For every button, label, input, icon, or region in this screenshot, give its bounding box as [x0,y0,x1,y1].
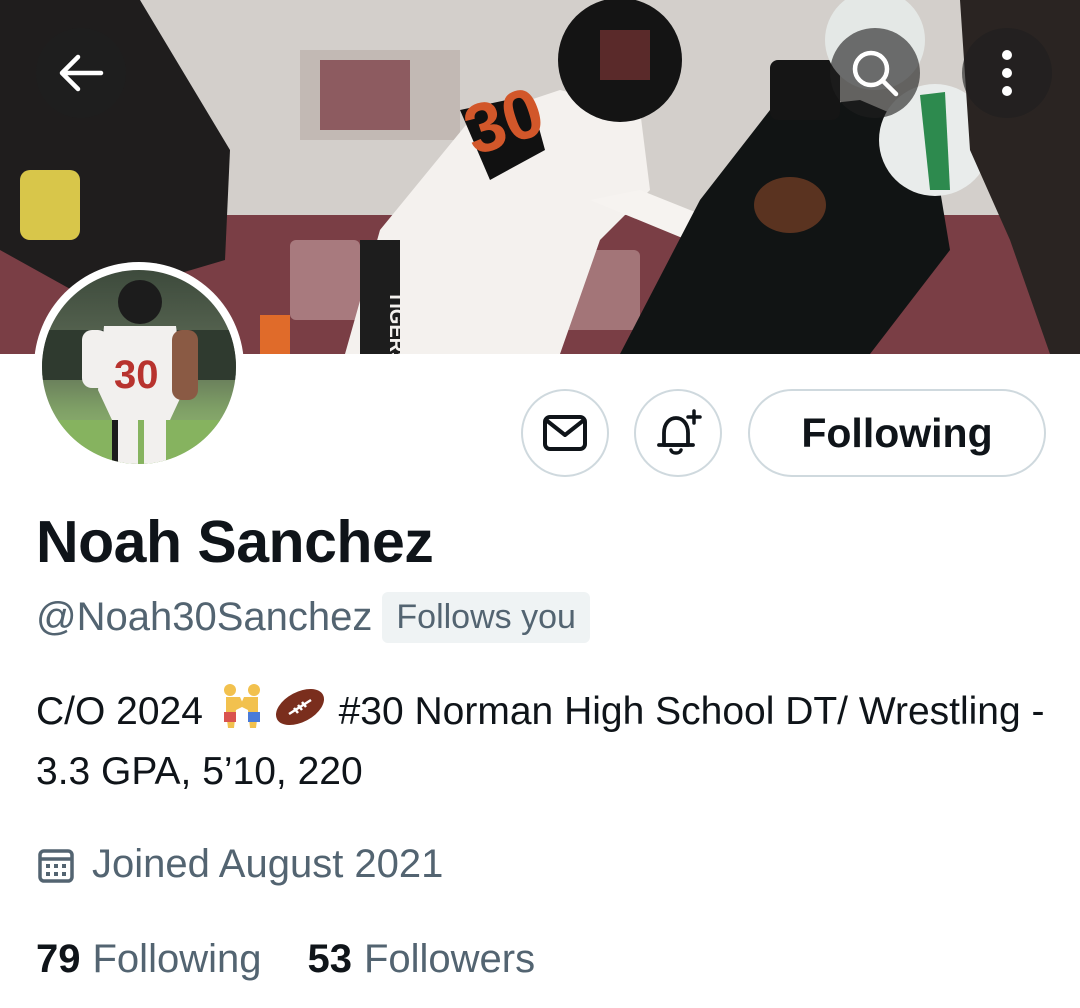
followers-count: 53 [307,937,352,981]
following-count-link[interactable]: 79 Following [36,937,261,982]
avatar[interactable]: 30 [34,262,244,472]
profile-bio: C/O 2024 #30 Norman High School DT/ Wres… [36,682,1046,802]
joined-row: Joined August 2021 [36,842,443,887]
followers-count-link[interactable]: 53 Followers [307,937,535,982]
followers-label: Followers [363,937,536,981]
search-button[interactable] [830,28,920,118]
back-button[interactable] [36,28,126,118]
message-button[interactable] [521,389,609,477]
following-count: 79 [36,937,81,981]
profile-name: Noah Sanchez [36,509,434,575]
bell-plus-icon [657,409,702,455]
calendar-icon [38,848,74,883]
follows-you-badge: Follows you [382,592,590,643]
more-options-button[interactable] [962,28,1052,118]
notifications-button[interactable] [634,389,722,477]
svg-text:30: 30 [114,353,159,397]
handle-row: @Noah30Sanchez Follows you [36,592,590,643]
profile-handle: @Noah30Sanchez [36,595,373,639]
follow-stats: 79 Following 53 Followers [36,937,535,982]
american-football-emoji [275,688,324,726]
wrestlers-emoji [223,684,260,728]
following-label: Following [92,937,262,981]
envelope-icon [543,415,587,451]
joined-date: Joined August 2021 [92,842,444,886]
avatar-photo: 30 [42,270,236,464]
arrow-left-icon [59,54,104,92]
more-vertical-icon [1002,50,1012,96]
following-button[interactable]: Following [748,389,1046,477]
bio-class-of: C/O 2024 [36,690,203,733]
svg-text:TIGERS: TIGERS [385,291,407,354]
search-icon [852,50,899,97]
